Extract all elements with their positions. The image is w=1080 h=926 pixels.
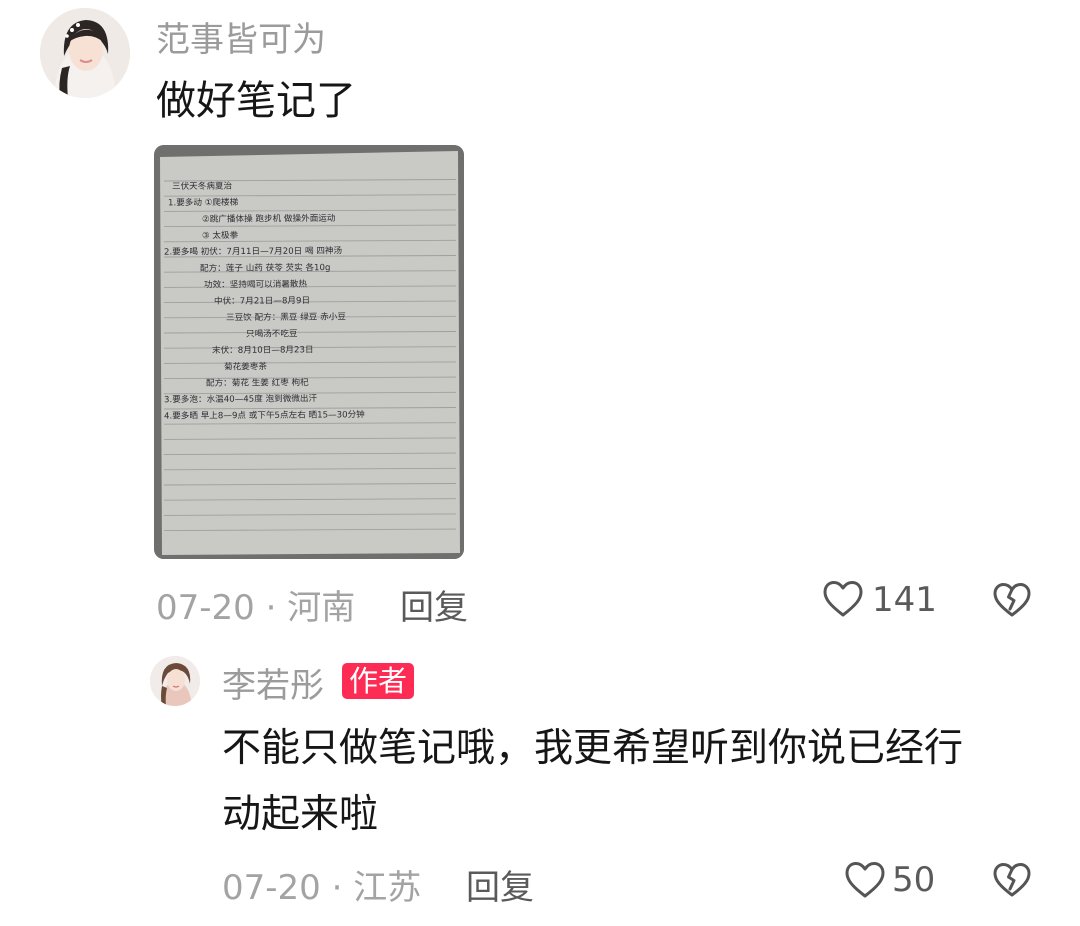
comment-meta: 07-20 · 河南	[156, 580, 355, 629]
reply-location: 江苏	[353, 868, 422, 908]
comment-date: 07-20	[156, 588, 255, 628]
note-line: ③ 太极拳	[202, 229, 239, 241]
reply-button[interactable]: 回复	[400, 580, 468, 629]
note-line: 3.要多泡：水温40—45度 泡到微微出汗	[164, 392, 318, 405]
dislike-button[interactable]	[992, 862, 1032, 898]
author-avatar[interactable]	[150, 656, 200, 706]
note-line: 功效：坚持喝可以消暑散热	[204, 278, 308, 291]
note-line: 配方：莲子 山药 茯苓 芡实 各10g	[200, 261, 331, 274]
broken-heart-icon	[993, 583, 1031, 617]
note-line: 末伏：8月10日—8月23日	[212, 343, 314, 356]
reply-text-line-2: 动起来啦	[222, 792, 379, 837]
like-count: 50	[892, 860, 936, 900]
woman-portrait-icon	[150, 656, 200, 706]
author-badge: 作者	[342, 663, 415, 699]
meta-separator: ·	[331, 868, 343, 908]
dislike-button[interactable]	[992, 582, 1032, 618]
commenter-avatar[interactable]	[40, 8, 130, 98]
note-line: 菊花姜枣茶	[224, 360, 267, 372]
note-line: 三伏天冬病夏治	[172, 180, 233, 192]
like-button[interactable]	[822, 580, 864, 618]
heart-outline-icon	[845, 862, 885, 898]
commenter-username[interactable]: 范事皆可为	[156, 12, 326, 61]
like-count: 141	[872, 580, 937, 620]
comment-text: 做好笔记了	[156, 78, 356, 124]
heart-outline-icon	[823, 581, 863, 617]
author-username[interactable]: 李若彤	[222, 658, 324, 707]
like-button[interactable]	[844, 861, 886, 899]
note-line: 三豆饮 配方：黑豆 绿豆 赤小豆	[226, 310, 346, 323]
comment-location: 河南	[287, 588, 356, 628]
note-line: 中伏：7月21日—8月9日	[214, 294, 310, 307]
note-line: ②跳广播体操 跑步机 做操外面运动	[202, 212, 336, 225]
reply-button[interactable]: 回复	[466, 860, 534, 909]
reply-text-line-1: 不能只做笔记哦，我更希望听到你说已经行	[222, 726, 964, 771]
note-line: 只喝汤不吃豆	[246, 327, 298, 339]
note-line: 1.要多动 ①爬楼梯	[168, 196, 239, 208]
handwritten-notes-image: 三伏天冬病夏治1.要多动 ①爬楼梯②跳广播体操 跑步机 做操外面运动③ 太极拳2…	[154, 145, 464, 559]
woman-portrait-icon	[40, 8, 130, 98]
reply-date: 07-20	[222, 868, 321, 908]
meta-separator: ·	[265, 588, 277, 628]
broken-heart-icon	[993, 863, 1031, 897]
note-line: 配方：菊花 生姜 红枣 枸杞	[206, 376, 309, 389]
reply-meta: 07-20 · 江苏	[222, 860, 421, 909]
notes-photo[interactable]: 三伏天冬病夏治 1.要多动 ①爬楼梯 ②跳广播体操 跑步机 做操外面运动 ③ 太极拳 2…	[154, 145, 464, 559]
